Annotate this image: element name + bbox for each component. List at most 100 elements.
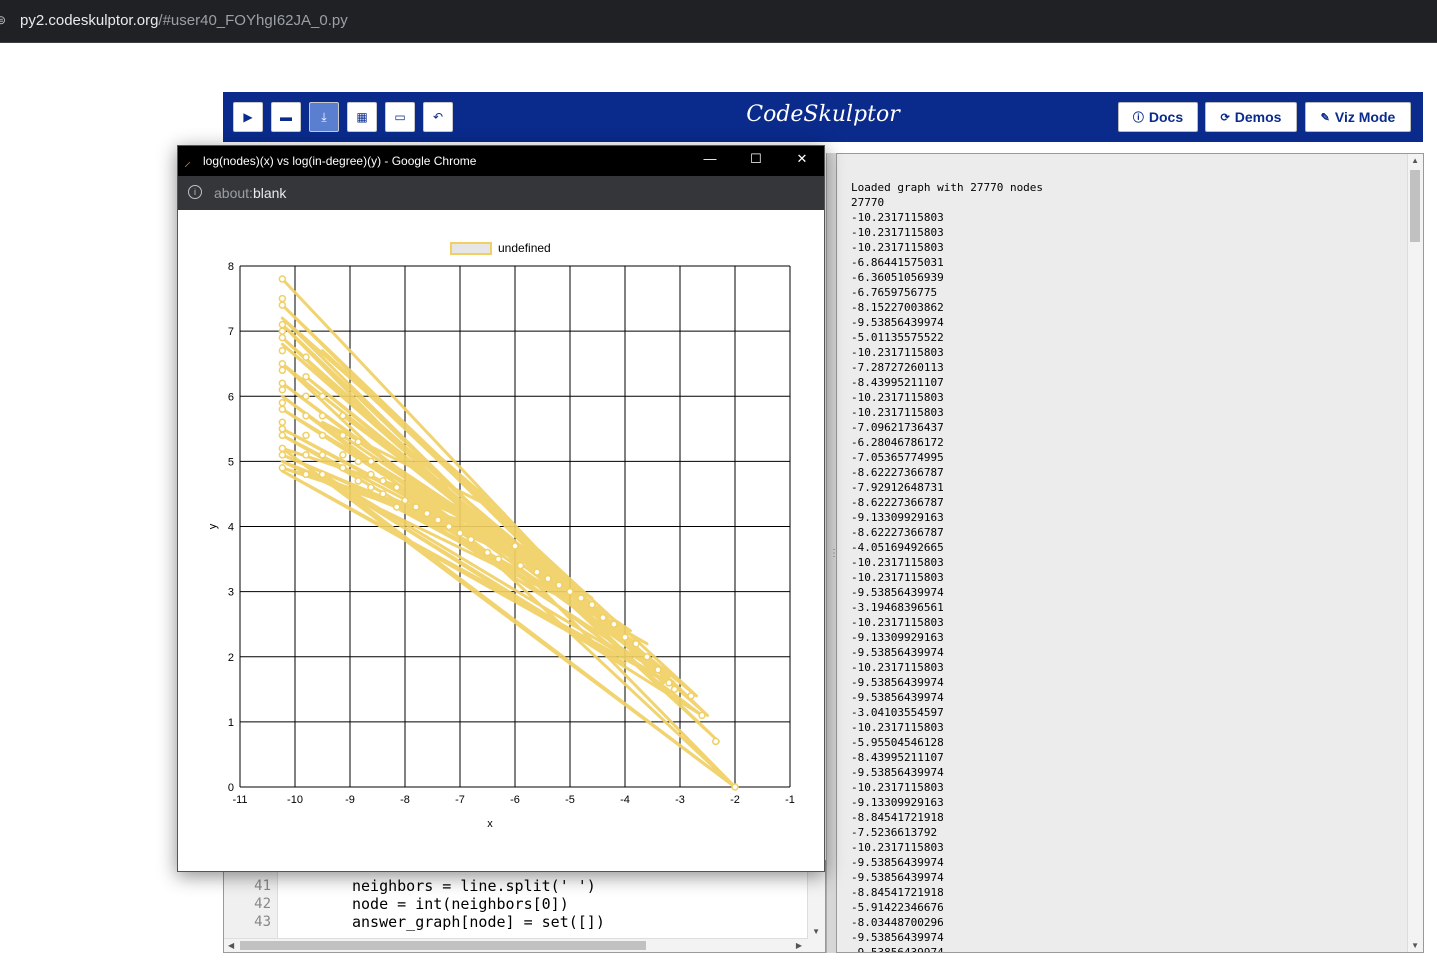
data-point: [354, 477, 362, 485]
y-tick-label: 0: [228, 782, 234, 794]
data-point: [588, 600, 596, 609]
scroll-down-icon[interactable]: ▼: [812, 927, 820, 936]
code-line[interactable]: neighbors = line.split(' '): [352, 877, 596, 895]
x-tick-label: -5: [565, 794, 575, 806]
url-path: /#user40_FOYhgI62JA_0.py: [158, 12, 348, 29]
output-scroll-thumb[interactable]: [1410, 170, 1420, 242]
demos-button[interactable]: ⟳ Demos: [1205, 102, 1297, 132]
viz-mode-label: Viz Mode: [1334, 109, 1396, 125]
data-point: [687, 692, 695, 700]
data-point: [302, 470, 310, 479]
minimize-icon[interactable]: —: [700, 151, 720, 171]
editor-horizontal-scrollbar[interactable]: ◀ ▶: [224, 938, 808, 952]
data-point: [278, 366, 287, 374]
y-tick-label: 5: [228, 456, 234, 468]
scroll-down-icon[interactable]: ▼: [1411, 941, 1419, 950]
data-point: [643, 653, 651, 661]
data-point: [302, 372, 310, 381]
data-point: [278, 379, 287, 387]
panel-splitter[interactable]: ⋮: [826, 153, 839, 953]
x-tick-label: -1: [785, 794, 795, 806]
data-point: [339, 464, 347, 472]
close-icon[interactable]: ✕: [792, 151, 812, 171]
data-point: [577, 594, 585, 602]
y-tick-label: 2: [228, 652, 234, 664]
code-editor[interactable]: 41 42 43 neighbors = line.split(' ') nod…: [223, 860, 826, 953]
legend-label: undefined: [498, 241, 551, 255]
data-point: [555, 581, 563, 589]
data-point: [483, 548, 492, 557]
run-button[interactable]: ▶: [233, 102, 263, 132]
y-axis-label: y: [207, 523, 219, 529]
data-point: [731, 783, 739, 791]
scroll-up-icon[interactable]: ▲: [1411, 156, 1419, 165]
docs-button[interactable]: ⓘ Docs: [1118, 102, 1198, 132]
x-tick-label: -10: [287, 794, 303, 806]
info-icon[interactable]: i: [188, 185, 202, 199]
data-point: [278, 425, 287, 433]
line-number: 41: [254, 878, 271, 894]
info-icon: ⓘ: [1132, 112, 1144, 124]
data-point: [302, 353, 310, 361]
editor-vertical-scrollbar[interactable]: ▼: [807, 861, 825, 952]
popup-title-bar[interactable]: ⸝ log(nodes)(x) vs log(in-degree)(y) - G…: [178, 146, 824, 176]
download-button[interactable]: ⤓: [309, 102, 339, 132]
line-number: 43: [254, 914, 271, 930]
folder-open-icon: ▭: [394, 110, 406, 124]
data-point: [339, 412, 347, 420]
codeskulptor-favicon-icon: ⸝: [184, 153, 191, 169]
data-point: [339, 451, 347, 459]
data-point: [494, 555, 503, 563]
code-line[interactable]: answer_graph[node] = set([]): [352, 913, 605, 931]
data-point: [516, 561, 525, 570]
output-console[interactable]: Loaded graph with 27770 nodes 27770 -10.…: [836, 153, 1424, 953]
y-tick-label: 4: [228, 522, 234, 534]
reset-button[interactable]: ↶: [423, 102, 453, 132]
address-page: blank: [252, 185, 287, 201]
data-point: [665, 679, 673, 687]
data-point: [654, 666, 662, 674]
data-point: [712, 737, 720, 746]
x-tick-label: -4: [620, 794, 630, 806]
output-scrollbar[interactable]: ▲ ▼: [1407, 154, 1423, 952]
data-point: [278, 359, 287, 368]
data-point: [354, 438, 362, 446]
data-point: [278, 399, 287, 407]
maximize-icon[interactable]: ☐: [746, 151, 766, 171]
output-text: Loaded graph with 27770 nodes 27770 -10.…: [851, 181, 1044, 953]
y-tick-label: 3: [228, 587, 234, 599]
popup-address[interactable]: about:blank: [214, 185, 286, 201]
fresh-url-button[interactable]: ▦: [347, 102, 377, 132]
save-button[interactable]: ▬: [271, 102, 301, 132]
browser-url-bar[interactable]: ⊜ py2.codeskulptor.org/#user40_FOYhgI62J…: [0, 0, 1437, 43]
x-tick-label: -9: [345, 794, 355, 806]
open-button[interactable]: ▭: [385, 102, 415, 132]
chart-popup-window[interactable]: ⸝ log(nodes)(x) vs log(in-degree)(y) - G…: [177, 145, 825, 872]
url-text[interactable]: py2.codeskulptor.org/#user40_FOYhgI62JA_…: [20, 12, 348, 29]
data-point: [367, 483, 375, 492]
scroll-right-icon[interactable]: ▶: [796, 941, 802, 950]
data-point: [393, 503, 401, 511]
data-point: [278, 333, 287, 342]
data-point: [278, 405, 287, 414]
data-point: [302, 431, 310, 440]
site-info-icon[interactable]: ⊜: [0, 13, 8, 27]
data-point: [379, 490, 387, 498]
data-point: [302, 392, 310, 400]
data-point: [278, 346, 287, 355]
docs-label: Docs: [1148, 109, 1184, 125]
data-point: [445, 522, 453, 531]
data-point: [318, 451, 327, 459]
code-line[interactable]: node = int(neighbors[0]): [352, 895, 569, 913]
data-point: [698, 711, 706, 720]
data-point: [302, 451, 310, 459]
data-point: [278, 444, 287, 453]
data-point: [467, 535, 475, 544]
data-point: [278, 464, 287, 472]
chart-area: -11 -10 -9 -8 -7 -6 -5 -4 -3 -2 -1 0 1 2 3 4 5 6 7 8 x y undef…: [178, 210, 824, 872]
popup-address-bar[interactable]: i about:blank: [178, 176, 824, 210]
url-host: py2.codeskulptor.org: [20, 12, 159, 29]
data-point: [278, 451, 287, 459]
editor-hscroll-thumb[interactable]: [240, 941, 646, 950]
viz-mode-button[interactable]: ✎ Viz Mode: [1305, 102, 1411, 132]
